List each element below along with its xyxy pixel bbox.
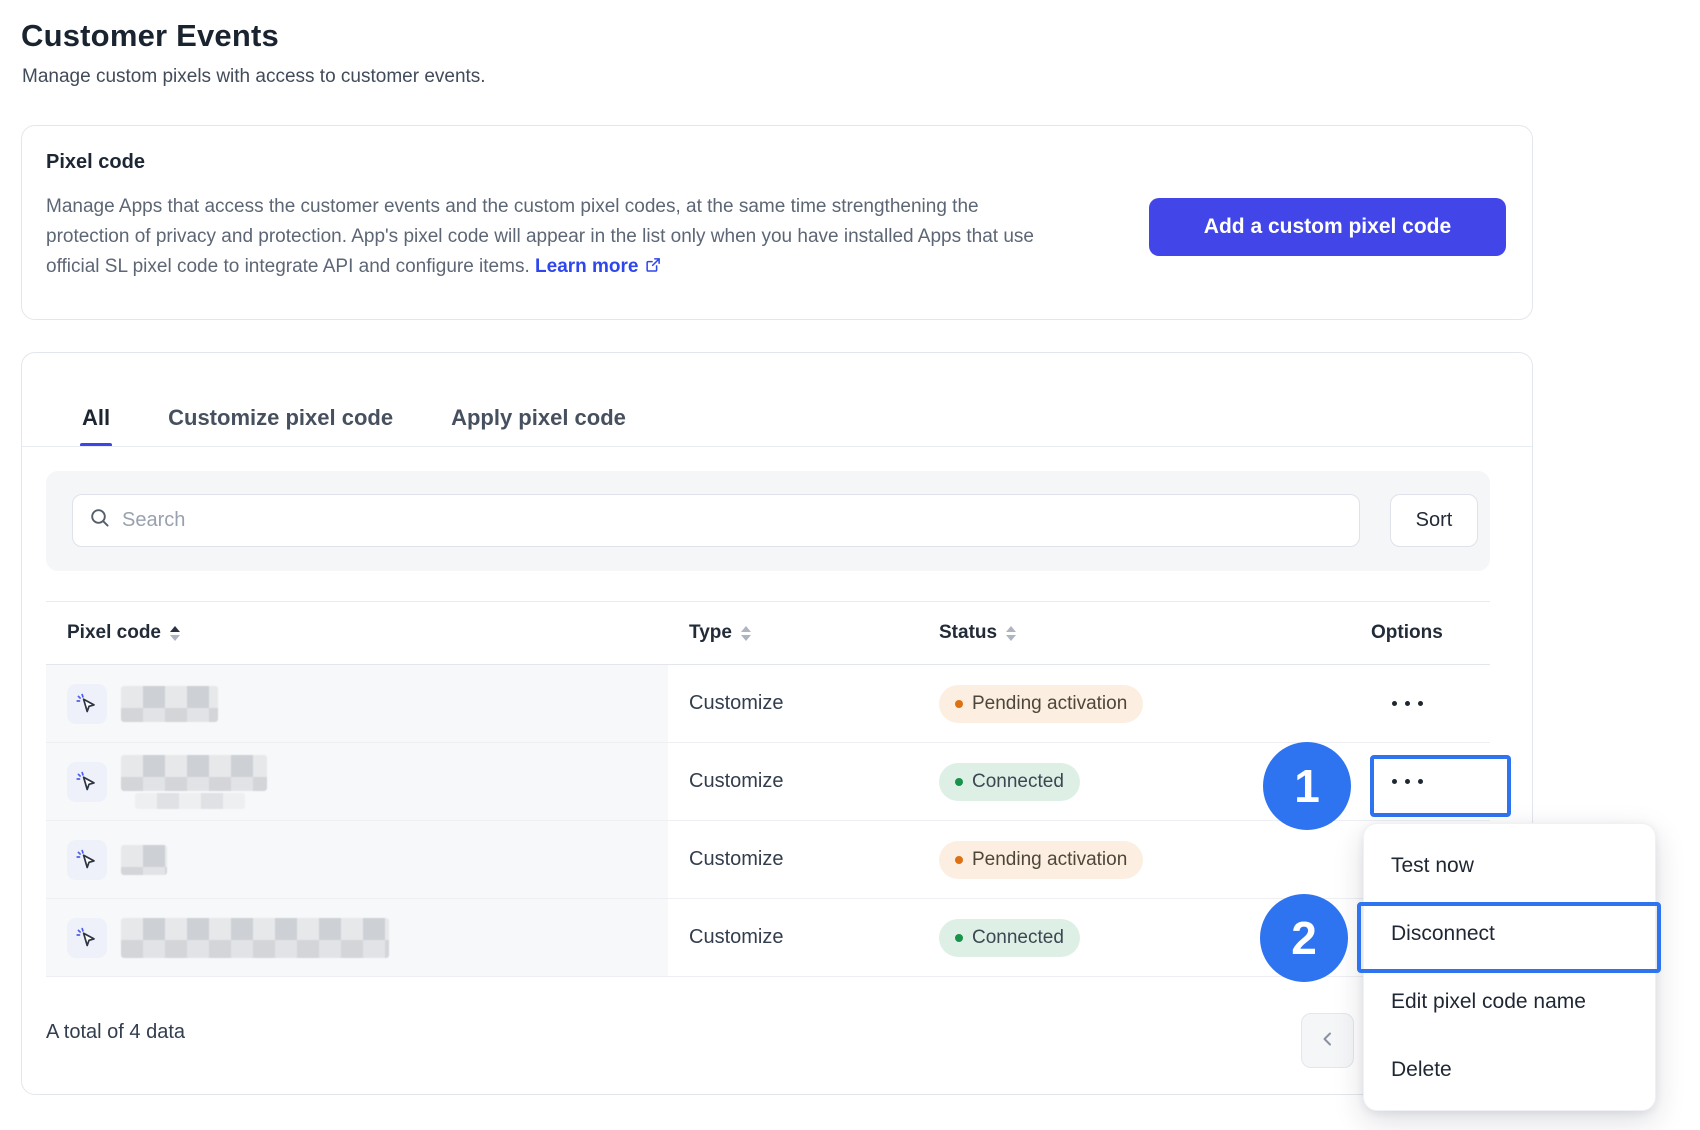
redacted-pixel-name bbox=[121, 686, 218, 722]
sort-carets-icon bbox=[741, 626, 751, 641]
pixel-code-cell bbox=[46, 821, 668, 898]
column-header-type[interactable]: Type bbox=[668, 622, 939, 644]
pixel-cursor-icon bbox=[67, 762, 107, 802]
menu-item-edit-pixel-code-name[interactable]: Edit pixel code name bbox=[1364, 968, 1655, 1036]
learn-more-label: Learn more bbox=[535, 256, 638, 277]
menu-item-delete[interactable]: Delete bbox=[1364, 1036, 1655, 1104]
chevron-left-icon bbox=[1318, 1029, 1338, 1052]
menu-item-disconnect[interactable]: Disconnect bbox=[1364, 900, 1655, 968]
pixel-cursor-icon bbox=[67, 918, 107, 958]
row-options-button[interactable] bbox=[1386, 769, 1429, 794]
status-badge: Connected bbox=[939, 919, 1080, 957]
status-label: Pending activation bbox=[972, 693, 1127, 715]
status-badge: Pending activation bbox=[939, 841, 1143, 879]
status-dot-icon bbox=[955, 934, 963, 942]
type-cell: Customize bbox=[689, 848, 783, 870]
pixel-code-header-label: Pixel code bbox=[67, 622, 161, 644]
pixel-code-cell bbox=[46, 899, 668, 976]
tab-customize-pixel-code[interactable]: Customize pixel code bbox=[168, 389, 393, 447]
row-options-button[interactable] bbox=[1386, 691, 1429, 716]
menu-item-test-now[interactable]: Test now bbox=[1364, 832, 1655, 900]
page-title: Customer Events bbox=[21, 18, 279, 54]
status-label: Connected bbox=[972, 927, 1064, 949]
redacted-pixel-name bbox=[121, 755, 267, 809]
annotation-step-1: 1 bbox=[1263, 742, 1351, 830]
sort-button[interactable]: Sort bbox=[1390, 494, 1478, 547]
table-row: Customize Pending activation bbox=[46, 821, 1490, 899]
column-header-options: Options bbox=[1371, 622, 1490, 644]
pixel-code-card-description: Manage Apps that access the customer eve… bbox=[46, 192, 1061, 284]
pixel-cursor-icon bbox=[67, 684, 107, 724]
status-badge: Connected bbox=[939, 763, 1080, 801]
pixel-cursor-icon bbox=[67, 840, 107, 880]
external-link-icon bbox=[644, 254, 662, 284]
redacted-pixel-name bbox=[121, 918, 389, 958]
status-dot-icon bbox=[955, 700, 963, 708]
pixel-code-card: Pixel code Manage Apps that access the c… bbox=[21, 125, 1533, 320]
pixel-list-card: All Customize pixel code Apply pixel cod… bbox=[21, 352, 1533, 1095]
type-cell: Customize bbox=[689, 926, 783, 948]
status-dot-icon bbox=[955, 778, 963, 786]
redacted-pixel-name bbox=[121, 845, 167, 875]
tab-divider bbox=[22, 446, 1532, 447]
table-total-count: A total of 4 data bbox=[46, 1021, 185, 1044]
tab-all[interactable]: All bbox=[82, 389, 110, 447]
options-context-menu: Test now Disconnect Edit pixel code name… bbox=[1363, 823, 1656, 1111]
search-input[interactable] bbox=[122, 509, 1343, 532]
search-box[interactable] bbox=[72, 494, 1360, 547]
status-label: Pending activation bbox=[972, 849, 1127, 871]
status-badge: Pending activation bbox=[939, 685, 1143, 723]
annotation-step-2: 2 bbox=[1260, 894, 1348, 982]
type-cell: Customize bbox=[689, 770, 783, 792]
sort-carets-icon bbox=[1006, 626, 1016, 641]
table-header: Pixel code Type Status Options bbox=[46, 601, 1490, 665]
sort-carets-icon bbox=[170, 626, 180, 641]
status-label: Connected bbox=[972, 771, 1064, 793]
search-icon bbox=[89, 507, 111, 534]
type-cell: Customize bbox=[689, 692, 783, 714]
search-toolbar: Sort bbox=[46, 471, 1490, 571]
status-dot-icon bbox=[955, 856, 963, 864]
learn-more-link[interactable]: Learn more bbox=[535, 256, 661, 277]
tab-apply-pixel-code[interactable]: Apply pixel code bbox=[451, 389, 626, 447]
column-header-pixel-code[interactable]: Pixel code bbox=[46, 622, 668, 644]
pagination-prev-button[interactable] bbox=[1301, 1013, 1354, 1068]
page-subtitle: Manage custom pixels with access to cust… bbox=[22, 66, 486, 88]
pixel-code-card-title: Pixel code bbox=[46, 151, 145, 174]
column-header-status[interactable]: Status bbox=[939, 622, 1371, 644]
pixel-code-cell bbox=[46, 665, 668, 742]
tab-bar: All Customize pixel code Apply pixel cod… bbox=[82, 389, 626, 447]
add-custom-pixel-code-button[interactable]: Add a custom pixel code bbox=[1149, 198, 1506, 256]
pixel-code-cell bbox=[46, 743, 668, 820]
status-header-label: Status bbox=[939, 622, 997, 644]
table-row: Customize Pending activation bbox=[46, 665, 1490, 743]
options-header-label: Options bbox=[1371, 622, 1443, 644]
type-header-label: Type bbox=[689, 622, 732, 644]
